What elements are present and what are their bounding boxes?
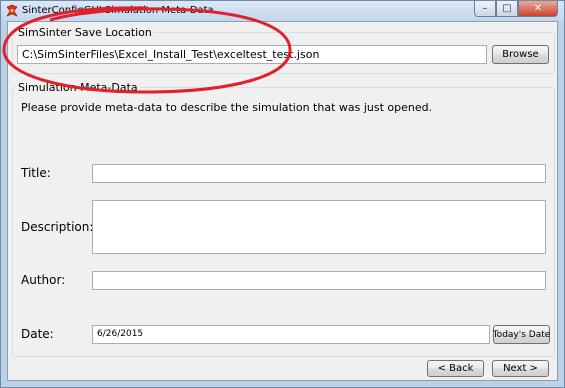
- maximize-icon[interactable]: □: [496, 1, 518, 17]
- date-label: Date:: [21, 327, 54, 341]
- browse-button[interactable]: Browse: [492, 45, 549, 64]
- title-label: Title:: [21, 166, 51, 180]
- description-label: Description:: [21, 220, 94, 234]
- description-field[interactable]: [92, 200, 546, 254]
- annotation-ellipse: [2, 6, 292, 94]
- title-field[interactable]: [92, 164, 546, 183]
- back-button[interactable]: < Back: [427, 360, 484, 377]
- next-button[interactable]: Next >: [492, 360, 549, 377]
- date-field[interactable]: 6/26/2015: [92, 325, 490, 344]
- instructions-text: Please provide meta-data to describe the…: [21, 101, 433, 114]
- todays-date-button[interactable]: Today's Date: [493, 325, 550, 344]
- author-field[interactable]: [92, 271, 546, 290]
- application-window: SinterConfigGUI Simulation Meta-Data – □…: [0, 0, 565, 388]
- close-icon[interactable]: ✕: [518, 1, 558, 17]
- author-label: Author:: [21, 273, 66, 287]
- minimize-icon[interactable]: –: [474, 1, 496, 17]
- window-controls: – □ ✕: [474, 1, 558, 18]
